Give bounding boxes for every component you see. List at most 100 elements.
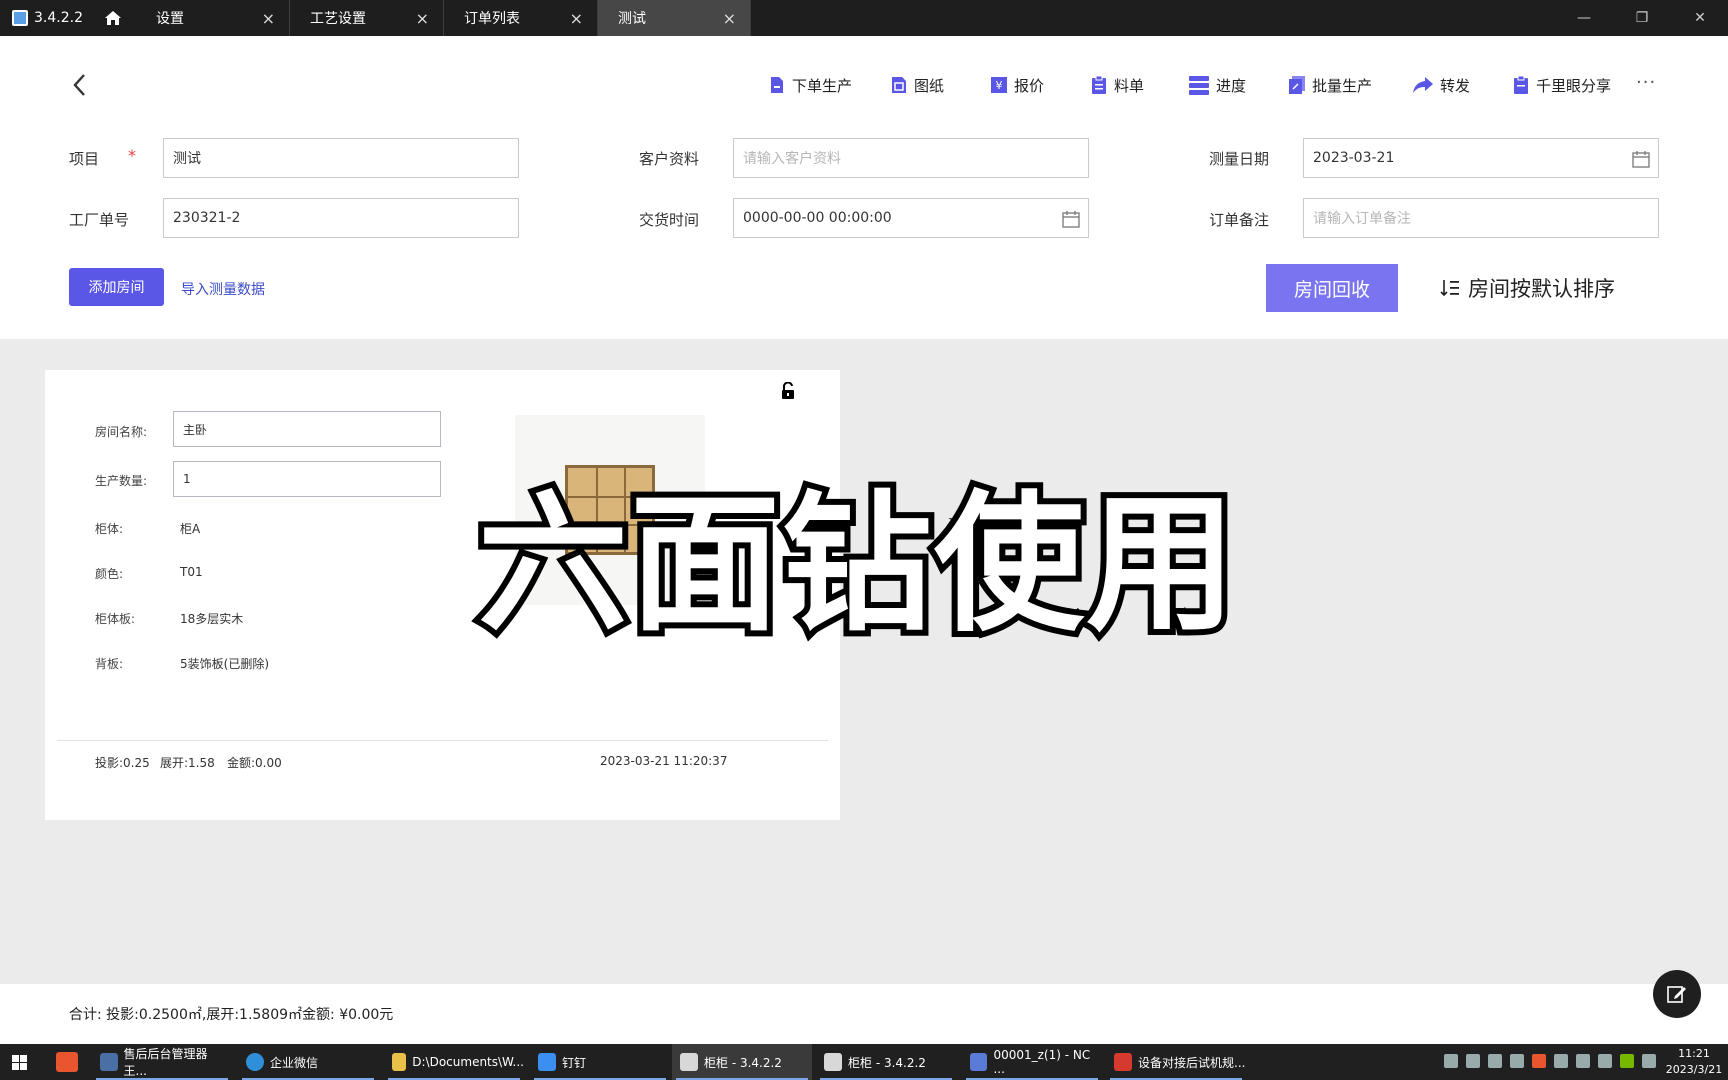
taskbar-item[interactable]: 柜柜 - 3.4.2.2 bbox=[816, 1044, 956, 1080]
back-panel-value: 5装饰板(已删除) bbox=[180, 657, 269, 671]
unfold-value: 展开:1.58 bbox=[160, 756, 215, 770]
svg-text:¥: ¥ bbox=[996, 79, 1003, 92]
factory-no-label: 工厂单号 bbox=[69, 211, 130, 229]
toolbar-label: 千里眼分享 bbox=[1536, 76, 1612, 95]
taskbar-item[interactable]: 企业微信 bbox=[238, 1044, 378, 1080]
cabinet-value: 柜A bbox=[180, 522, 201, 536]
calendar-icon[interactable] bbox=[1632, 150, 1650, 168]
drawing-icon bbox=[892, 77, 906, 93]
quantity-input[interactable]: 1 bbox=[173, 461, 441, 497]
add-room-button[interactable]: 添加房间 bbox=[69, 268, 164, 306]
order-production-button[interactable]: 下单生产 bbox=[768, 72, 852, 98]
delivery-time-input[interactable]: 0000-00-00 00:00:00 bbox=[733, 198, 1089, 238]
unlock-icon[interactable] bbox=[781, 382, 795, 400]
title-bar: 3.4.2.2 设置 × 工艺设置 × 订单列表 × 测试 × — ❐ ✕ bbox=[0, 0, 1728, 36]
forward-icon bbox=[1413, 77, 1433, 93]
measure-date-input[interactable]: 2023-03-21 bbox=[1303, 138, 1659, 178]
close-icon[interactable]: × bbox=[262, 9, 275, 28]
taskbar-clock[interactable]: 11:21 2023/3/21 bbox=[1664, 1046, 1724, 1078]
edit-fab-button[interactable] bbox=[1653, 970, 1701, 1018]
windows-start-icon[interactable] bbox=[12, 1055, 27, 1070]
tray-icon[interactable] bbox=[1532, 1054, 1546, 1068]
tray-icon[interactable] bbox=[1554, 1054, 1568, 1068]
restore-button[interactable]: ❐ bbox=[1614, 0, 1670, 36]
measure-date-label: 测量日期 bbox=[1209, 150, 1270, 168]
order-remark-input[interactable]: 请输入订单备注 bbox=[1303, 198, 1659, 238]
share-icon bbox=[1514, 75, 1528, 94]
sort-button[interactable]: 房间按默认排序 bbox=[1440, 274, 1615, 302]
close-window-button[interactable]: ✕ bbox=[1672, 0, 1728, 36]
tab-settings[interactable]: 设置 × bbox=[136, 0, 290, 36]
back-arrow-icon[interactable] bbox=[70, 72, 90, 98]
batch-production-button[interactable]: 批量生产 bbox=[1288, 72, 1372, 98]
required-mark: * bbox=[128, 146, 136, 165]
tray-icon[interactable] bbox=[1444, 1054, 1458, 1068]
nvidia-icon[interactable] bbox=[1620, 1054, 1634, 1068]
edit-icon bbox=[1667, 986, 1686, 1003]
taskbar-item[interactable]: 00001_z(1) - NC ... bbox=[962, 1044, 1102, 1080]
progress-button[interactable]: 进度 bbox=[1188, 72, 1246, 98]
room-recycle-button[interactable]: 房间回收 bbox=[1266, 264, 1398, 312]
taskbar-item[interactable]: 柜柜 - 3.4.2.2 bbox=[672, 1044, 812, 1080]
taskbar-label: 柜柜 - 3.4.2.2 bbox=[848, 1055, 926, 1070]
tab-process-settings[interactable]: 工艺设置 × bbox=[290, 0, 444, 36]
sort-icon bbox=[1440, 280, 1459, 297]
factory-no-input[interactable]: 230321-2 bbox=[163, 198, 519, 238]
taskbar-label: 企业微信 bbox=[270, 1055, 319, 1070]
taskbar-label: 柜柜 - 3.4.2.2 bbox=[704, 1055, 782, 1070]
import-measure-link[interactable]: 导入测量数据 bbox=[181, 279, 265, 299]
tab-order-list[interactable]: 订单列表 × bbox=[444, 0, 598, 36]
wifi-icon[interactable] bbox=[1466, 1054, 1480, 1068]
taskbar-item[interactable]: 设备对接后试机规... bbox=[1106, 1044, 1246, 1080]
project-label: 项目 bbox=[69, 150, 100, 168]
quote-button[interactable]: ¥ 报价 bbox=[990, 72, 1044, 98]
clock-date: 2023/3/21 bbox=[1665, 1063, 1723, 1076]
taskbar-item[interactable]: D:\Documents\W... bbox=[384, 1044, 524, 1080]
cabinet-label: 柜体: bbox=[95, 522, 124, 536]
close-icon[interactable]: × bbox=[570, 9, 583, 28]
nc-app-icon bbox=[970, 1053, 988, 1071]
tab-test[interactable]: 测试 × bbox=[598, 0, 751, 36]
project-input[interactable]: 测试 bbox=[163, 138, 519, 178]
customer-input[interactable]: 请输入客户资料 bbox=[733, 138, 1089, 178]
taskbar-label: 设备对接后试机规... bbox=[1138, 1055, 1246, 1070]
dingtalk-icon bbox=[538, 1053, 556, 1071]
tab-label: 测试 bbox=[618, 11, 646, 27]
tray-icon[interactable] bbox=[1488, 1054, 1502, 1068]
forward-button[interactable]: 转发 bbox=[1412, 72, 1470, 98]
close-icon[interactable]: × bbox=[723, 9, 736, 28]
sort-label: 房间按默认排序 bbox=[1468, 277, 1615, 301]
clock-time: 11:21 bbox=[1678, 1047, 1710, 1060]
taskbar-item[interactable]: 钉钉 bbox=[530, 1044, 670, 1080]
board-label: 柜体板: bbox=[95, 612, 136, 626]
taskbar-item[interactable]: 售后后台管理器 王... bbox=[92, 1044, 232, 1080]
usb-icon[interactable] bbox=[1598, 1054, 1612, 1068]
minimize-button[interactable]: — bbox=[1556, 0, 1612, 36]
tab-label: 设置 bbox=[156, 11, 184, 27]
share-button[interactable]: 千里眼分享 bbox=[1512, 72, 1611, 98]
more-menu-button[interactable]: ··· bbox=[1636, 72, 1656, 93]
projection-value: 投影:0.25 bbox=[95, 756, 150, 770]
calendar-icon[interactable] bbox=[1062, 210, 1080, 228]
summary-bar: 合计: 投影:0.2500㎡,展开:1.5809㎡金额: ¥0.00元 bbox=[0, 984, 1728, 1044]
home-icon[interactable] bbox=[104, 10, 122, 26]
room-timestamp: 2023-03-21 11:20:37 bbox=[600, 754, 728, 768]
app-window-icon bbox=[824, 1053, 842, 1071]
batch-production-icon bbox=[1289, 76, 1305, 94]
volume-icon[interactable] bbox=[1642, 1054, 1656, 1068]
customer-label: 客户资料 bbox=[639, 150, 700, 168]
order-production-icon bbox=[771, 77, 783, 93]
toolbar-label: 报价 bbox=[1014, 76, 1045, 95]
material-list-button[interactable]: 料单 bbox=[1090, 72, 1144, 98]
close-icon[interactable]: × bbox=[416, 9, 429, 28]
material-list-icon bbox=[1092, 75, 1106, 94]
tray-icon[interactable] bbox=[1510, 1054, 1524, 1068]
delivery-time-label: 交货时间 bbox=[639, 211, 700, 229]
wps-icon bbox=[1114, 1053, 1132, 1071]
drawing-button[interactable]: 图纸 bbox=[890, 72, 944, 98]
room-name-input[interactable]: 主卧 bbox=[173, 411, 441, 447]
toolbar-label: 图纸 bbox=[914, 76, 945, 95]
shield-icon[interactable] bbox=[1576, 1054, 1590, 1068]
pinned-app-icon[interactable] bbox=[56, 1052, 78, 1072]
color-value: T01 bbox=[180, 565, 203, 579]
